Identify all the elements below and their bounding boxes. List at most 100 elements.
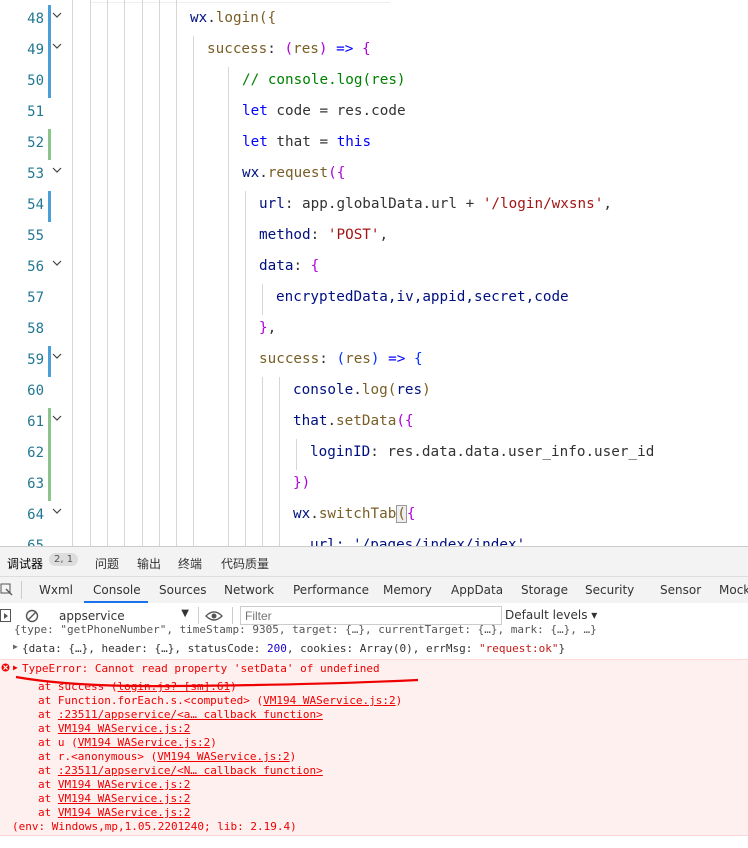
- chevron-down-icon[interactable]: [52, 42, 62, 50]
- expand-arrow-icon[interactable]: ▶: [13, 642, 18, 651]
- chevron-down-icon[interactable]: [52, 414, 62, 422]
- code-line[interactable]: 54 url: app.globalData.url + '/login/wxs…: [0, 191, 748, 222]
- code-text: console.log(res): [293, 382, 431, 398]
- gutter-marker: [48, 67, 51, 98]
- tab-terminal[interactable]: 终端: [178, 555, 202, 572]
- code-line[interactable]: 63 }): [0, 470, 748, 501]
- code-text: },: [259, 320, 277, 336]
- code-text: that.setData({: [293, 413, 414, 429]
- stack-frame: at VM194 WAService.js:2: [38, 722, 191, 735]
- line-number: 59: [27, 352, 44, 368]
- line-number: 55: [27, 228, 44, 244]
- tab-code-quality[interactable]: 代码质量: [221, 555, 269, 572]
- divider: [21, 581, 22, 599]
- stack-frame: at :23511/appservice/<a… callback functi…: [38, 708, 323, 721]
- line-number: 65: [27, 538, 44, 546]
- line-number: 48: [27, 11, 44, 27]
- code-line[interactable]: 53 wx.request({: [0, 160, 748, 191]
- code-line[interactable]: 64 wx.switchTab({: [0, 501, 748, 532]
- code-line[interactable]: 56 data: {: [0, 253, 748, 284]
- tab-storage[interactable]: Storage: [521, 583, 568, 597]
- code-text: url: '/pages/index/index': [310, 537, 526, 546]
- chevron-down-icon[interactable]: [52, 166, 62, 174]
- tab-debugger[interactable]: 调试器: [7, 555, 43, 572]
- line-number: 62: [27, 445, 44, 461]
- line-number: 60: [27, 383, 44, 399]
- sidebar-toggle-icon[interactable]: [0, 609, 12, 623]
- tab-wxml[interactable]: Wxml: [39, 583, 73, 597]
- tab-output[interactable]: 输出: [137, 555, 161, 572]
- tab-network[interactable]: Network: [224, 583, 274, 597]
- tab-memory[interactable]: Memory: [383, 583, 432, 597]
- code-line[interactable]: 49 success: (res) => {: [0, 36, 748, 67]
- chevron-down-icon[interactable]: [52, 259, 62, 267]
- code-line[interactable]: 50 // console.log(res): [0, 67, 748, 98]
- gutter-marker: [48, 346, 51, 377]
- clear-console-icon[interactable]: [25, 609, 39, 623]
- tab-sensor[interactable]: Sensor: [660, 583, 701, 597]
- stack-frame: at VM194 WAService.js:2: [38, 778, 191, 791]
- code-text: method: 'POST',: [259, 227, 389, 243]
- eye-icon[interactable]: [205, 610, 223, 622]
- dropdown-arrow-icon: ▼: [181, 608, 189, 619]
- gutter-marker: [48, 408, 51, 439]
- code-line[interactable]: 60 console.log(res): [0, 377, 748, 408]
- gutter-marker: [48, 129, 51, 160]
- code-line[interactable]: 55 method: 'POST',: [0, 222, 748, 253]
- source-link[interactable]: VM194 WAService.js:2: [58, 806, 190, 819]
- tab-performance[interactable]: Performance: [293, 583, 369, 597]
- devtools-tabs: Wxml Console Sources Network Performance…: [0, 576, 748, 605]
- log-levels-dropdown[interactable]: Default levels ▾: [505, 608, 597, 622]
- chevron-down-icon[interactable]: [52, 11, 62, 19]
- code-text: wx.login({: [190, 10, 277, 26]
- gutter-marker: [48, 5, 51, 36]
- error-message[interactable]: ▶ TypeError: Cannot read property 'setDa…: [0, 659, 748, 836]
- code-line[interactable]: 62 loginID: res.data.data.user_info.user…: [0, 439, 748, 470]
- error-icon: [1, 663, 10, 672]
- code-line[interactable]: 51 let code = res.code: [0, 98, 748, 129]
- code-line[interactable]: 52 let that = this: [0, 129, 748, 160]
- stack-frame: at success (login.js? [sm]:61): [38, 680, 237, 693]
- tab-issues[interactable]: 问题: [95, 555, 119, 572]
- source-link[interactable]: login.js? [sm]:61: [117, 680, 230, 693]
- source-link[interactable]: VM194 WAService.js:2: [58, 722, 190, 735]
- chevron-down-icon[interactable]: [52, 507, 62, 515]
- source-link[interactable]: VM194 WAService.js:2: [58, 792, 190, 805]
- code-line[interactable]: 59 success: (res) => {: [0, 346, 748, 377]
- console-message[interactable]: ▶ {data: {…}, header: {…}, statusCode: 2…: [0, 642, 748, 658]
- tab-sources[interactable]: Sources: [159, 583, 206, 597]
- tab-console[interactable]: Console: [93, 583, 141, 597]
- line-number: 64: [27, 507, 44, 523]
- tab-security[interactable]: Security: [585, 583, 634, 597]
- source-link[interactable]: VM194 WAService.js:2: [157, 750, 289, 763]
- source-link[interactable]: VM194 WAService.js:2: [263, 694, 395, 707]
- code-line[interactable]: 65 url: '/pages/index/index': [0, 532, 748, 546]
- divider: [232, 607, 233, 624]
- inspect-element-icon[interactable]: [0, 583, 14, 597]
- tab-mock[interactable]: Mock: [719, 583, 748, 597]
- line-number: 63: [27, 476, 44, 492]
- issue-count-badge: 2, 1: [49, 553, 79, 566]
- code-line[interactable]: 48 wx.login({: [0, 5, 748, 36]
- source-link[interactable]: :23511/appservice/<N… callback function>: [58, 764, 323, 777]
- source-link[interactable]: VM194 WAService.js:2: [58, 778, 190, 791]
- tab-appdata[interactable]: AppData: [451, 583, 503, 597]
- gutter-marker: [48, 36, 51, 67]
- code-line[interactable]: 57 encryptedData,iv,appid,secret,code: [0, 284, 748, 315]
- gutter-marker: [48, 191, 51, 222]
- code-comment: // console.log(res): [242, 72, 406, 88]
- code-text: data: {: [259, 258, 320, 274]
- chevron-down-icon[interactable]: [52, 352, 62, 360]
- code-line[interactable]: 58 },: [0, 315, 748, 346]
- code-editor[interactable]: 48 wx.login({ 49 success: (res) => { 50 …: [0, 0, 748, 546]
- source-link[interactable]: VM194 WAService.js:2: [78, 736, 210, 749]
- divider: [198, 607, 199, 624]
- code-line[interactable]: 61 that.setData({: [0, 408, 748, 439]
- code-text: }): [293, 475, 311, 491]
- code-text: wx.switchTab({: [293, 505, 416, 523]
- code-text: success: (res) => {: [259, 351, 423, 367]
- stack-frame: at VM194 WAService.js:2: [38, 806, 191, 819]
- stack-frame: at :23511/appservice/<N… callback functi…: [38, 764, 323, 777]
- source-link[interactable]: :23511/appservice/<a… callback function>: [58, 708, 323, 721]
- console-message-truncated: {type: "getPhoneNumber", timeStamp: 9305…: [14, 623, 597, 636]
